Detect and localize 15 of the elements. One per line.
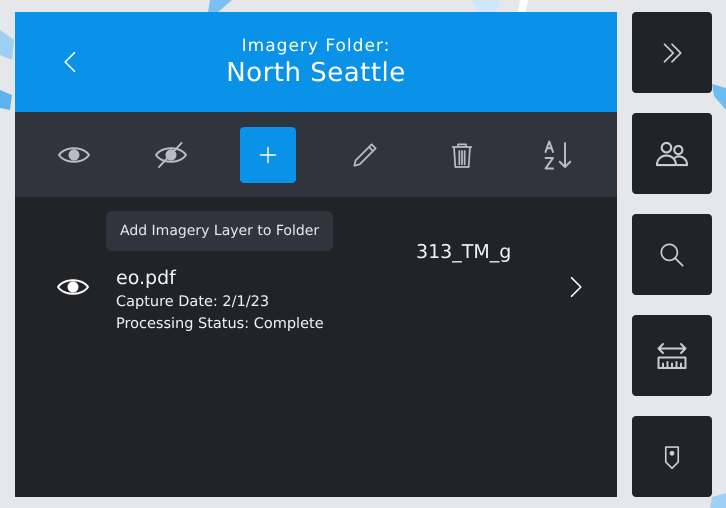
header-title: North Seattle [226, 58, 406, 88]
map-water [710, 493, 726, 508]
processing-status: Processing Status: Complete [116, 315, 325, 334]
layer-name: 313_TM_g [416, 240, 512, 265]
layer-name: eo.pdf [116, 266, 178, 291]
pin-button[interactable] [632, 416, 712, 497]
capture-date: Capture Date: 2/1/23 [116, 293, 270, 312]
add-button[interactable] [240, 126, 296, 182]
map-water [0, 90, 12, 110]
measure-button[interactable] [632, 315, 712, 396]
map-road [518, 0, 528, 12]
map-water [712, 84, 726, 110]
header-subtitle: Imagery Folder: [242, 36, 390, 56]
users-button[interactable] [632, 113, 712, 194]
tooltip: Add Imagery Layer to Folder [106, 211, 334, 251]
